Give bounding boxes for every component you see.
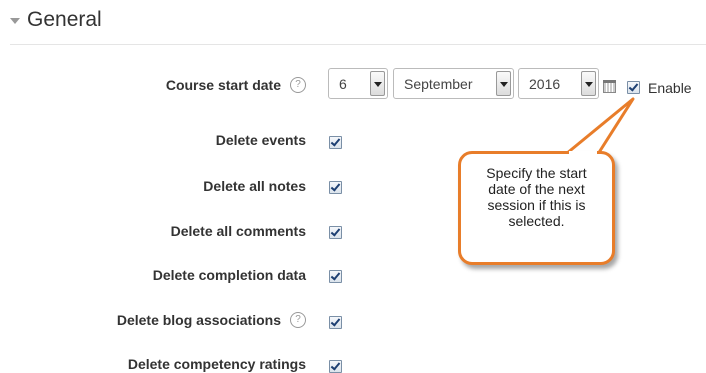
- delete-events-label-text: Delete events: [215, 132, 306, 148]
- callout-line: Specify the start: [486, 165, 587, 181]
- section-header-general[interactable]: General: [10, 8, 102, 32]
- day-select[interactable]: 6: [328, 68, 388, 99]
- day-select-value: 6: [339, 75, 347, 92]
- callout-box: Specify the start date of the next sessi…: [458, 151, 615, 265]
- delete-blog-associations-label: Delete blog associations ?: [117, 312, 306, 328]
- delete-blog-associations-checkbox[interactable]: [329, 316, 342, 329]
- delete-events-label: Delete events: [216, 132, 306, 148]
- delete-events-checkbox[interactable]: [329, 136, 342, 149]
- delete-completion-data-label: Delete completion data: [153, 267, 306, 283]
- callout-line: selected.: [508, 213, 565, 229]
- delete-competency-ratings-checkbox[interactable]: [329, 360, 342, 373]
- delete-all-comments-checkbox[interactable]: [329, 226, 342, 239]
- callout-line: date of the next: [488, 181, 585, 197]
- year-select-value: 2016: [529, 75, 561, 92]
- section-divider: [10, 44, 706, 45]
- year-select[interactable]: 2016: [518, 68, 599, 99]
- help-icon[interactable]: ?: [290, 77, 306, 93]
- day-dropdown-arrow-icon[interactable]: [370, 71, 385, 96]
- callout-line: session if this is: [487, 197, 586, 213]
- year-dropdown-arrow-icon[interactable]: [581, 71, 596, 96]
- enable-label: Enable: [648, 80, 692, 96]
- enable-checkbox[interactable]: [627, 81, 640, 94]
- course-start-date-label: Course start date ?: [166, 77, 306, 93]
- course-start-date-label-text: Course start date: [165, 77, 281, 93]
- delete-all-comments-label-text: Delete all comments: [170, 223, 306, 239]
- delete-all-notes-checkbox[interactable]: [329, 181, 342, 194]
- delete-completion-data-checkbox[interactable]: [329, 270, 342, 283]
- delete-completion-data-label-text: Delete completion data: [152, 267, 306, 283]
- month-select[interactable]: September: [393, 68, 514, 99]
- callout-text: Specify the start date of the next sessi…: [461, 165, 612, 229]
- delete-competency-ratings-label: Delete competency ratings: [128, 356, 306, 372]
- month-dropdown-arrow-icon[interactable]: [496, 71, 511, 96]
- delete-competency-ratings-label-text: Delete competency ratings: [127, 356, 306, 372]
- delete-all-comments-label: Delete all comments: [171, 223, 306, 239]
- delete-all-notes-label: Delete all notes: [203, 178, 306, 194]
- section-title: General: [27, 8, 102, 31]
- delete-all-notes-label-text: Delete all notes: [203, 178, 306, 194]
- collapse-triangle-icon[interactable]: [10, 18, 20, 24]
- delete-blog-associations-label-text: Delete blog associations: [116, 312, 281, 328]
- calendar-icon[interactable]: [603, 80, 616, 93]
- month-select-value: September: [404, 75, 473, 92]
- help-icon[interactable]: ?: [290, 312, 306, 328]
